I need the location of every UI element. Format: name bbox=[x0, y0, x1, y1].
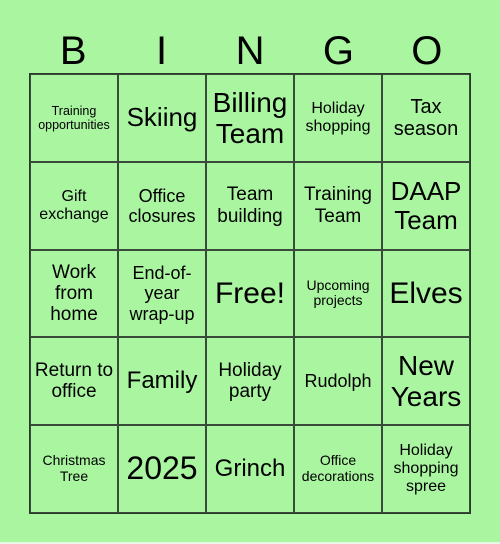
bingo-cell[interactable]: Office decorations bbox=[294, 425, 382, 513]
bingo-cell[interactable]: Holiday party bbox=[206, 337, 294, 426]
bingo-cell[interactable]: Christmas Tree bbox=[30, 425, 118, 513]
bingo-cell[interactable]: Work from home bbox=[30, 249, 118, 338]
bingo-cell[interactable]: Holiday shopping bbox=[294, 74, 382, 162]
bingo-header: B I N G O bbox=[29, 28, 471, 74]
bingo-cell[interactable]: Family bbox=[118, 337, 206, 426]
bingo-cell[interactable]: Billing Team bbox=[206, 74, 294, 162]
bingo-cell[interactable]: New Years bbox=[382, 337, 470, 426]
bingo-cell[interactable]: Upcoming projects bbox=[294, 249, 382, 338]
bingo-cell[interactable]: Rudolph bbox=[294, 337, 382, 426]
header-letter-o: O bbox=[411, 29, 443, 73]
bingo-cell[interactable]: Gift exchange bbox=[30, 161, 118, 250]
header-letter-i: I bbox=[156, 29, 168, 73]
bingo-cell[interactable]: Team building bbox=[206, 161, 294, 250]
bingo-cell[interactable]: Return to office bbox=[30, 337, 118, 426]
bingo-cell[interactable]: Training opportunities bbox=[30, 74, 118, 162]
bingo-cell[interactable]: Training Team bbox=[294, 161, 382, 250]
bingo-cell[interactable]: Tax season bbox=[382, 74, 470, 162]
header-letter-b: B bbox=[59, 29, 87, 73]
bingo-cell[interactable]: Office closures bbox=[118, 161, 206, 250]
bingo-cell[interactable]: Skiing bbox=[118, 74, 206, 162]
bingo-cell[interactable]: End-of-year wrap-up bbox=[118, 249, 206, 338]
bingo-cell[interactable]: 2025 bbox=[118, 425, 206, 513]
bingo-grid: Training opportunities Skiing Billing Te… bbox=[29, 73, 471, 514]
header-letter-g: G bbox=[322, 29, 354, 73]
bingo-cell[interactable]: Elves bbox=[382, 249, 470, 338]
header-letter-n: N bbox=[235, 29, 265, 73]
bingo-cell[interactable]: DAAP Team bbox=[382, 161, 470, 250]
free-space-cell[interactable]: Free! bbox=[206, 249, 294, 338]
bingo-cell[interactable]: Grinch bbox=[206, 425, 294, 513]
bingo-cell[interactable]: Holiday shopping spree bbox=[382, 425, 470, 513]
